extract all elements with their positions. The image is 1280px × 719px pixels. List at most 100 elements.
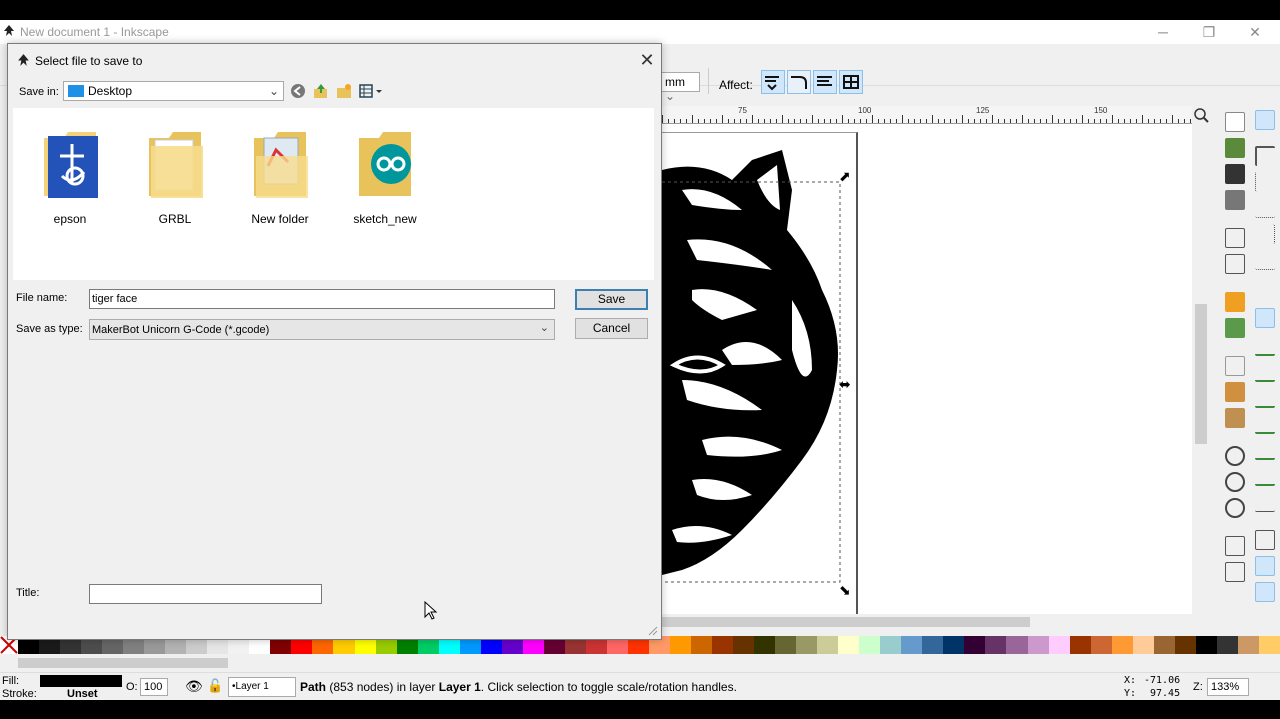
color-swatch[interactable] (838, 636, 860, 654)
dialog-close-button[interactable]: ✕ (637, 50, 657, 71)
snap-page-border-icon[interactable] (1255, 530, 1275, 550)
save-button[interactable]: Save (575, 289, 648, 310)
up-folder-icon[interactable] (313, 83, 329, 99)
scale-handle-icon[interactable]: ⬈ (839, 168, 851, 185)
palette-scrollbar[interactable] (0, 654, 1280, 672)
scrollbar-thumb[interactable] (662, 617, 1030, 627)
scale-handle-icon[interactable]: ⬌ (839, 376, 851, 393)
new-document-icon[interactable] (1225, 112, 1245, 132)
close-window-button[interactable]: ✕ (1232, 22, 1278, 42)
cut-icon[interactable] (1225, 382, 1245, 402)
snap-paths-icon[interactable] (1255, 336, 1275, 356)
color-swatch[interactable] (1258, 636, 1280, 654)
color-swatch[interactable] (1216, 636, 1238, 654)
affect-patterns-button[interactable] (839, 70, 863, 94)
new-folder-icon[interactable] (336, 83, 352, 99)
duplicate-icon[interactable] (1225, 536, 1245, 556)
snap-nodes-icon[interactable] (1255, 308, 1275, 328)
paste-icon[interactable] (1225, 408, 1245, 428)
stroke-value[interactable]: Unset (67, 688, 98, 700)
zoom-drawing-icon[interactable] (1225, 472, 1245, 492)
color-swatch[interactable] (775, 636, 797, 654)
color-swatch[interactable] (1027, 636, 1049, 654)
vertical-scrollbar[interactable] (1192, 124, 1210, 624)
minimize-button[interactable]: ─ (1140, 22, 1186, 42)
affect-gradients-button[interactable] (813, 70, 837, 94)
color-swatch[interactable] (691, 636, 713, 654)
list-item[interactable]: New folder (245, 126, 315, 226)
color-swatch[interactable] (985, 636, 1007, 654)
snap-bbox-centers-icon[interactable] (1255, 250, 1275, 270)
clone-icon[interactable] (1225, 562, 1245, 582)
list-item[interactable]: epson (35, 126, 105, 226)
visibility-eye-icon[interactable]: 👁 (185, 678, 203, 695)
open-file-icon[interactable] (1225, 138, 1245, 158)
snap-bbox-icon[interactable] (1255, 146, 1275, 166)
view-menu-icon[interactable] (359, 83, 385, 99)
color-swatch[interactable] (1069, 636, 1091, 654)
color-swatch[interactable] (859, 636, 881, 654)
color-swatch[interactable] (1006, 636, 1028, 654)
color-swatch[interactable] (901, 636, 923, 654)
fill-swatch[interactable] (40, 675, 122, 687)
color-swatch[interactable] (733, 636, 755, 654)
scale-handle-icon[interactable]: ⬊ (839, 582, 851, 599)
layer-select[interactable]: •Layer 1 (228, 677, 296, 697)
color-swatch[interactable] (817, 636, 839, 654)
color-swatch[interactable] (1048, 636, 1070, 654)
list-item[interactable]: GRBL (140, 126, 210, 226)
horizontal-scrollbar[interactable] (662, 614, 1192, 630)
save-as-type-select[interactable]: MakerBot Unicorn G-Code (*.gcode) ⌄ (89, 319, 555, 340)
snap-cusp-nodes-icon[interactable] (1255, 388, 1275, 408)
snap-rotation-centers-icon[interactable] (1255, 492, 1275, 512)
color-swatch[interactable] (964, 636, 986, 654)
export-icon[interactable] (1225, 254, 1245, 274)
zoom-corner-icon[interactable] (1192, 106, 1210, 124)
snap-bbox-edges-icon[interactable] (1255, 172, 1275, 192)
color-swatch[interactable] (1111, 636, 1133, 654)
color-swatch[interactable] (922, 636, 944, 654)
zoom-selection-icon[interactable] (1225, 446, 1245, 466)
file-name-field[interactable]: tiger face (89, 289, 555, 309)
import-icon[interactable] (1225, 228, 1245, 248)
save-in-select[interactable]: Desktop ⌄ (63, 81, 284, 101)
list-item[interactable]: sketch_new (350, 126, 420, 226)
opacity-input[interactable]: 100 (140, 678, 168, 696)
affect-corners-button[interactable] (787, 70, 811, 94)
file-list-area[interactable]: epson GRBL New folder sketch_new (13, 108, 654, 280)
save-icon[interactable] (1225, 164, 1245, 184)
scrollbar-thumb[interactable] (18, 658, 228, 668)
restore-button[interactable]: ❐ (1186, 22, 1232, 42)
color-swatch[interactable] (712, 636, 734, 654)
resize-grip-icon[interactable] (648, 626, 658, 636)
affect-stroke-width-button[interactable] (761, 70, 785, 94)
title-field[interactable] (89, 584, 322, 604)
snap-smooth-nodes-icon[interactable] (1255, 414, 1275, 434)
color-swatch[interactable] (1174, 636, 1196, 654)
zoom-input[interactable]: 133% (1207, 678, 1249, 696)
snap-intersections-icon[interactable] (1255, 362, 1275, 382)
color-swatch[interactable] (1090, 636, 1112, 654)
color-swatch[interactable] (880, 636, 902, 654)
snap-guides-icon[interactable] (1255, 582, 1275, 602)
color-swatch[interactable] (1153, 636, 1175, 654)
color-swatch[interactable] (943, 636, 965, 654)
scrollbar-thumb[interactable] (1195, 304, 1207, 444)
color-swatch[interactable] (796, 636, 818, 654)
snap-toggle-icon[interactable] (1255, 110, 1275, 130)
back-icon[interactable] (290, 83, 306, 99)
color-swatch[interactable] (669, 636, 691, 654)
unit-select[interactable]: mm ⌄ (660, 72, 700, 103)
snap-bbox-corners-icon[interactable] (1255, 198, 1275, 218)
zoom-page-icon[interactable] (1225, 498, 1245, 518)
snap-midpoints-icon[interactable] (1255, 440, 1275, 460)
color-swatch[interactable] (1132, 636, 1154, 654)
color-swatch[interactable] (1195, 636, 1217, 654)
snap-object-centers-icon[interactable] (1255, 466, 1275, 486)
color-swatch[interactable] (1237, 636, 1259, 654)
snap-grid-icon[interactable] (1255, 556, 1275, 576)
cancel-button[interactable]: Cancel (575, 318, 648, 339)
redo-icon[interactable] (1225, 318, 1245, 338)
color-swatch[interactable] (754, 636, 776, 654)
print-icon[interactable] (1225, 190, 1245, 210)
